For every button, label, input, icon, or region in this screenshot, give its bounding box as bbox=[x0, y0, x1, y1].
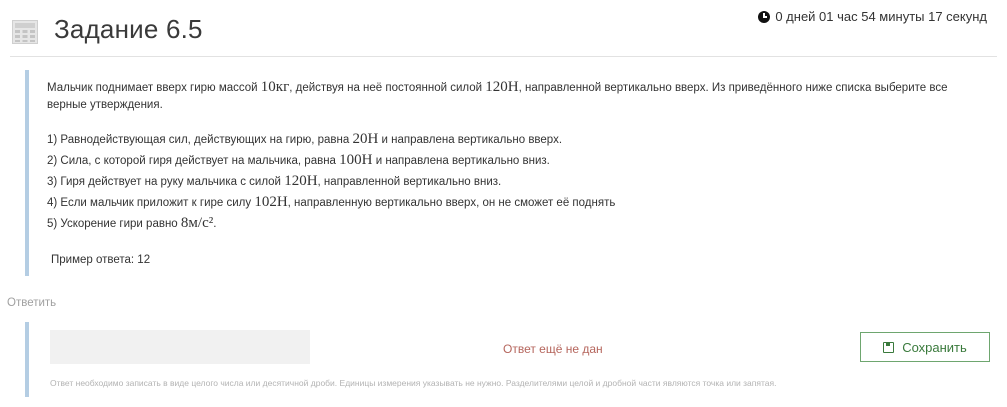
option-text: 3) Гиря действует на руку мальчика с сил… bbox=[47, 176, 285, 188]
answer-block: Ответ ещё не дан Сохранить Ответ необход… bbox=[25, 322, 993, 397]
answer-section-label: Ответить bbox=[7, 297, 57, 309]
answer-input[interactable] bbox=[50, 330, 310, 364]
option-math: 8м/с² bbox=[180, 215, 214, 231]
countdown-timer: 0 дней 01 час 54 минуты 17 секунд bbox=[758, 9, 987, 24]
option-math: 102Н bbox=[254, 194, 288, 210]
option-text: 5) Ускорение гири равно bbox=[47, 218, 181, 230]
option-text: , направленной вертикально вниз. bbox=[317, 176, 502, 188]
option-item: 3) Гиря действует на руку мальчика с сил… bbox=[47, 171, 993, 192]
task-header: Задание 6.5 0 дней 01 час 54 минуты 17 с… bbox=[0, 0, 1007, 57]
page-title: Задание 6.5 bbox=[54, 14, 203, 44]
option-item: 2) Сила, с которой гиря действует на мал… bbox=[47, 150, 993, 171]
timer-text: 0 дней 01 час 54 минуты 17 секунд bbox=[775, 9, 987, 24]
option-item: 4) Если мальчик приложит к гире силу 102… bbox=[47, 192, 993, 213]
answer-status: Ответ ещё не дан bbox=[503, 342, 603, 356]
option-math: 100Н bbox=[339, 152, 373, 168]
option-text: 1) Равнодействующая сил, действующих на … bbox=[47, 134, 353, 146]
header-divider bbox=[10, 56, 997, 57]
question-block: Мальчик поднимает вверх гирю массой 10кг… bbox=[25, 70, 993, 276]
option-math: 20Н bbox=[352, 131, 379, 147]
question-text: Мальчик поднимает вверх гирю массой 10кг… bbox=[47, 70, 987, 114]
calculator-grid-icon bbox=[12, 20, 38, 44]
option-item: 1) Равнодействующая сил, действующих на … bbox=[47, 129, 993, 150]
answer-hint: Ответ необходимо записать в виде целого … bbox=[50, 378, 777, 388]
floppy-disk-icon bbox=[883, 341, 895, 353]
clock-icon bbox=[758, 10, 771, 23]
option-text: . bbox=[213, 218, 217, 230]
option-text: и направлена вертикально вниз. bbox=[372, 155, 550, 167]
option-text: 4) Если мальчик приложит к гире силу bbox=[47, 197, 255, 209]
option-item: 5) Ускорение гири равно 8м/с². bbox=[47, 213, 993, 234]
save-button-label: Сохранить bbox=[902, 339, 967, 355]
options-list: 1) Равнодействующая сил, действующих на … bbox=[47, 129, 993, 234]
answer-example: Пример ответа: 12 bbox=[51, 254, 151, 266]
option-text: , направленную вертикально вверх, он не … bbox=[287, 197, 616, 209]
option-text: и направлена вертикально вверх. bbox=[378, 134, 563, 146]
mass-value: 10кг bbox=[260, 79, 290, 95]
option-math: 120Н bbox=[284, 173, 318, 189]
question-text-part: Мальчик поднимает вверх гирю массой bbox=[47, 82, 261, 94]
save-button[interactable]: Сохранить bbox=[860, 332, 990, 362]
question-text-part: , действуя на неё постоянной силой bbox=[289, 82, 486, 94]
force-value: 120Н bbox=[485, 79, 519, 95]
option-text: 2) Сила, с которой гиря действует на мал… bbox=[47, 155, 340, 167]
